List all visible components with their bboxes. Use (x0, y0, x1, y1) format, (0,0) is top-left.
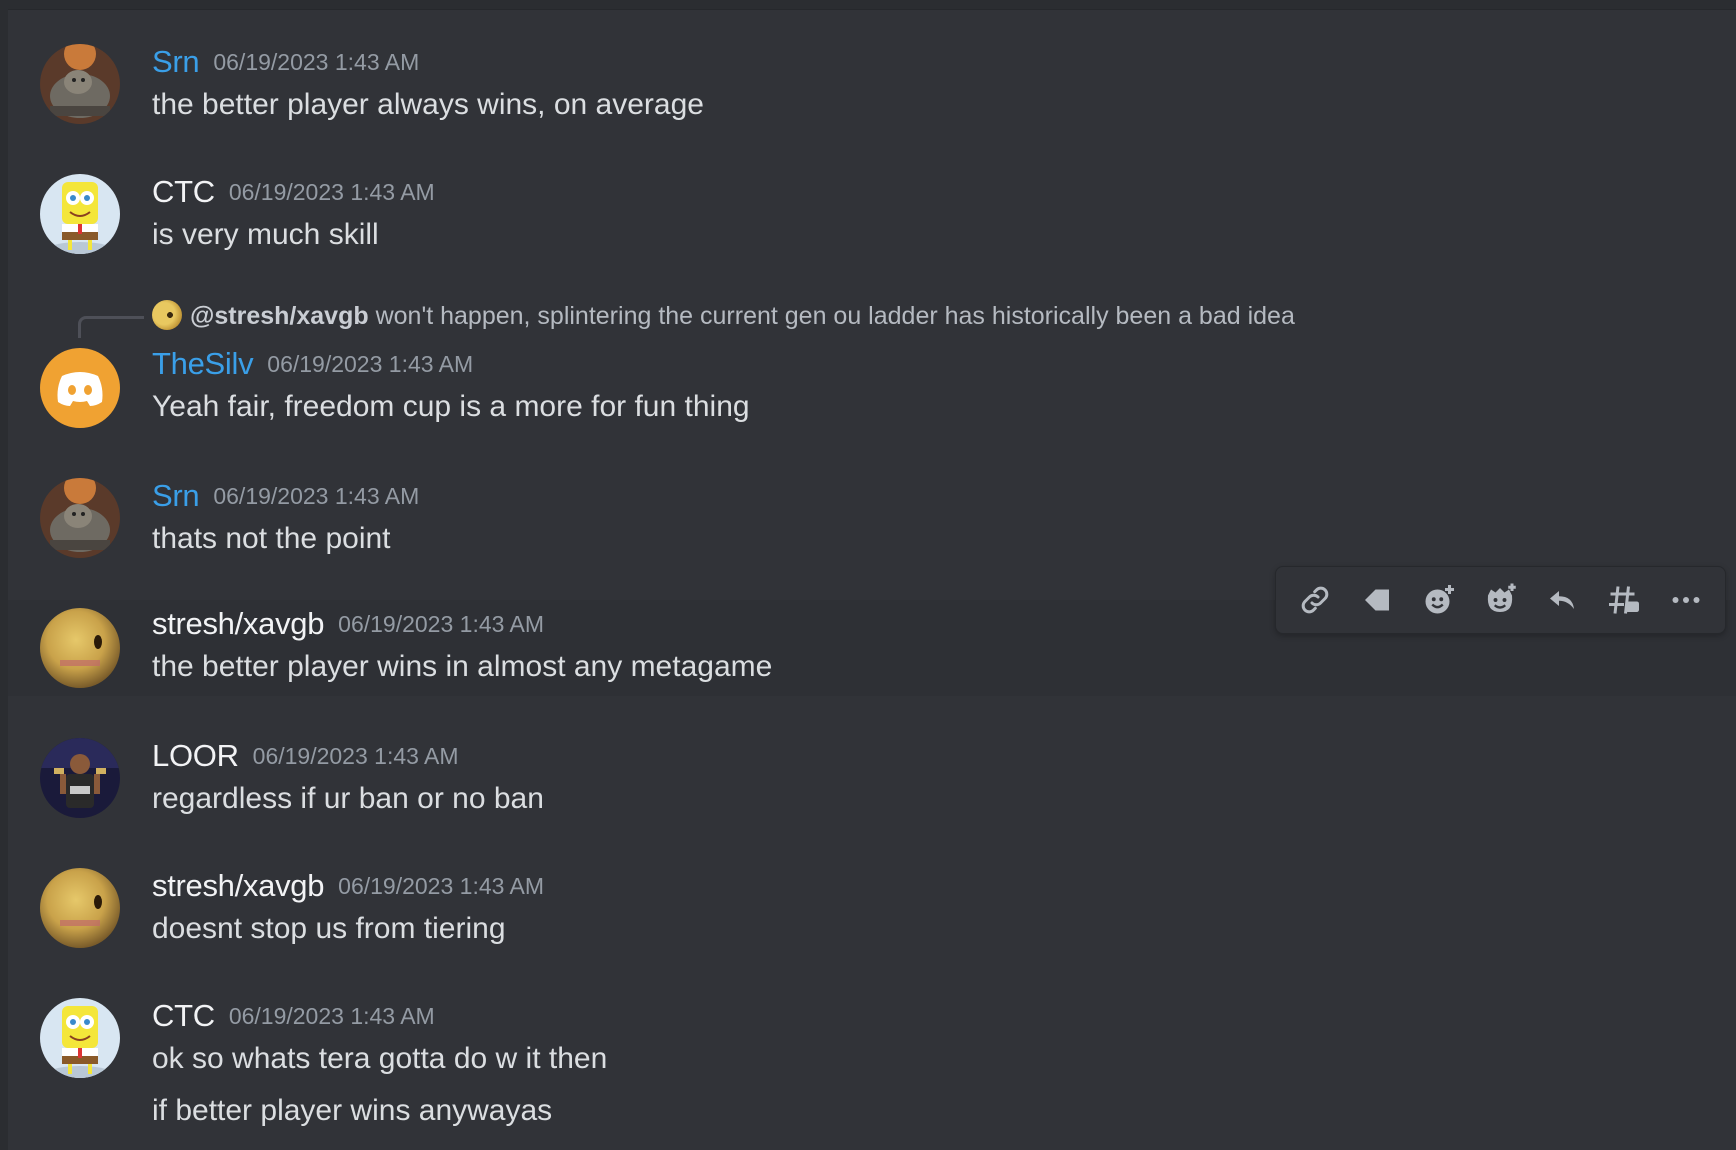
super-reaction-icon[interactable] (1474, 574, 1526, 626)
username[interactable]: CTC (152, 174, 215, 209)
left-gutter (0, 0, 8, 1150)
timestamp[interactable]: 06/19/2023 1:43 AM (338, 873, 544, 899)
message-header: stresh/xavgb 06/19/2023 1:43 AM (152, 868, 544, 904)
message-text: if better player wins anywayas (152, 1094, 553, 1127)
message-text: ok so whats tera gotta do w it then (152, 1042, 608, 1075)
spongebob-avatar[interactable] (40, 998, 120, 1078)
message-text: the better player always wins, on averag… (152, 88, 704, 121)
message-item[interactable]: CTC 06/19/2023 1:43 AM ok so whats tera g… (8, 984, 1736, 1150)
message-header: LOOR 06/19/2023 1:43 AM (152, 738, 459, 774)
username[interactable]: Srn (152, 44, 200, 79)
blurry-yellow-avatar[interactable] (40, 868, 120, 948)
message-text: thats not the point (152, 522, 391, 555)
reply-author-avatar (152, 300, 182, 330)
timestamp[interactable]: 06/19/2023 1:43 AM (229, 179, 435, 205)
message-text: regardless if ur ban or no ban (152, 782, 544, 815)
message-header: Srn 06/19/2023 1:43 AM (152, 478, 419, 514)
message-text: Yeah fair, freedom cup is a more for fun… (152, 390, 750, 423)
message-header: CTC 06/19/2023 1:43 AM (152, 174, 435, 210)
create-thread-icon[interactable] (1598, 574, 1650, 626)
gorilla-avatar[interactable] (40, 478, 120, 558)
wrestler-avatar[interactable] (40, 738, 120, 818)
message-item[interactable]: stresh/xavgb 06/19/2023 1:43 AM doesnt st… (8, 854, 1736, 974)
message-item[interactable]: LOOR 06/19/2023 1:43 AM regardless if ur … (8, 724, 1736, 844)
reply-mention[interactable]: @stresh/xavgb (190, 302, 369, 330)
timestamp[interactable]: 06/19/2023 1:43 AM (338, 611, 544, 637)
spongebob-avatar[interactable] (40, 174, 120, 254)
reply-icon[interactable] (1536, 574, 1588, 626)
username[interactable]: Srn (152, 478, 200, 513)
reply-preview[interactable]: @stresh/xavgb won't happen, splintering … (152, 300, 1295, 336)
message-item[interactable]: TheSilv 06/19/2023 1:43 AM Yeah fair, fre… (8, 340, 1736, 440)
timestamp[interactable]: 06/19/2023 1:43 AM (213, 49, 419, 75)
message-header: TheSilv 06/19/2023 1:43 AM (152, 346, 473, 382)
message-actions-toolbar (1275, 566, 1726, 634)
message-item[interactable]: CTC 06/19/2023 1:43 AM is very much skill (8, 160, 1736, 280)
link-icon[interactable] (1289, 574, 1341, 626)
reply-text[interactable]: won't happen, splintering the current ge… (376, 302, 1295, 330)
username[interactable]: stresh/xavgb (152, 868, 324, 903)
timestamp[interactable]: 06/19/2023 1:43 AM (267, 351, 473, 377)
gorilla-avatar[interactable] (40, 44, 120, 124)
timestamp[interactable]: 06/19/2023 1:43 AM (213, 483, 419, 509)
blurry-yellow-avatar[interactable] (40, 608, 120, 688)
message-text: doesnt stop us from tiering (152, 912, 506, 945)
add-reaction-icon[interactable] (1413, 574, 1465, 626)
message-item[interactable]: Srn 06/19/2023 1:43 AM the better player … (8, 30, 1736, 150)
timestamp[interactable]: 06/19/2023 1:43 AM (253, 743, 459, 769)
message-header: CTC 06/19/2023 1:43 AM (152, 998, 435, 1034)
timestamp[interactable]: 06/19/2023 1:43 AM (229, 1003, 435, 1029)
message-text: the better player wins in almost any met… (152, 650, 773, 683)
message-text: is very much skill (152, 218, 379, 251)
message-header: Srn 06/19/2023 1:43 AM (152, 44, 419, 80)
username[interactable]: TheSilv (152, 346, 254, 381)
username[interactable]: CTC (152, 998, 215, 1033)
username[interactable]: LOOR (152, 738, 239, 773)
username[interactable]: stresh/xavgb (152, 606, 324, 641)
top-divider (0, 0, 1736, 10)
chat-message-list: Srn 06/19/2023 1:43 AM the better player … (0, 0, 1736, 1150)
message-header: stresh/xavgb 06/19/2023 1:43 AM (152, 606, 544, 642)
reply-spine (78, 316, 144, 338)
discord-default-avatar[interactable] (40, 348, 120, 428)
more-icon[interactable] (1660, 574, 1712, 626)
tag-icon[interactable] (1351, 574, 1403, 626)
